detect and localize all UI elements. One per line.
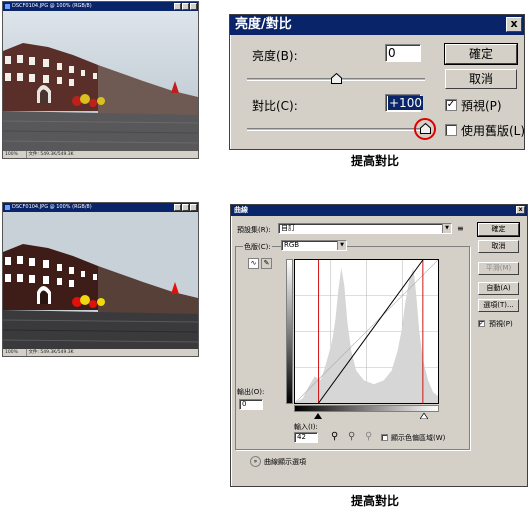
top-document-title: DSCF0104.JPG @ 100% (RGB/8)	[12, 3, 92, 9]
maximize-button[interactable]	[182, 3, 189, 10]
channel-value: RGB	[284, 241, 300, 249]
maximize-button[interactable]	[182, 204, 189, 211]
preview-checkbox[interactable]: ✓	[478, 320, 485, 327]
cancel-button[interactable]: 取消	[445, 69, 517, 89]
preset-menu-icon[interactable]: ≡	[457, 224, 464, 233]
caption-bottom: 提高對比	[350, 494, 399, 508]
auto-button[interactable]: 自動(A)	[478, 282, 519, 295]
channel-label: 色版(C):	[243, 242, 272, 252]
photoshop-doc-icon	[5, 205, 10, 210]
harbor-street-photo-adjusted	[3, 212, 198, 349]
bottom-document-window: DSCF0104.JPG @ 100% (RGB/8) 100% 文件: 549…	[2, 202, 199, 357]
chevron-down-icon[interactable]: ▼	[442, 224, 451, 233]
harbor-street-photo	[3, 11, 198, 151]
curve-graph[interactable]	[294, 259, 439, 404]
smooth-button[interactable]: 平滑(M)	[478, 262, 519, 275]
display-options-label[interactable]: 曲線顯示選項	[264, 457, 306, 467]
close-button[interactable]: x	[516, 206, 525, 214]
close-button[interactable]: x	[506, 17, 522, 32]
black-point-slider[interactable]	[313, 413, 322, 419]
ok-button[interactable]: 確定	[444, 43, 518, 65]
dialog-title: 曲線	[234, 206, 248, 214]
input-label: 輸入(I):	[294, 423, 318, 431]
brightness-contrast-dialog: 亮度/對比 x 亮度(B): 0 對比(C): +100 確定 取消 ✓ 預視(…	[229, 14, 525, 150]
brightness-slider-thumb[interactable]	[330, 73, 342, 84]
show-clipping-checkbox[interactable]	[381, 434, 388, 441]
minimize-button[interactable]	[174, 3, 181, 10]
document-size: 文件: 549.3K/549.3K	[28, 350, 74, 355]
options-button[interactable]: 選項(T)...	[478, 299, 519, 312]
dialog-titlebar[interactable]: 曲線 x	[231, 205, 527, 216]
cancel-button[interactable]: 取消	[478, 240, 519, 253]
bottom-document-statusbar: 100% 文件: 549.3K/549.3K	[3, 349, 198, 356]
preview-label: 預視(P)	[489, 320, 513, 328]
brightness-label: 亮度(B):	[252, 49, 298, 63]
show-clipping-label: 顯示色偏區域(W)	[391, 434, 446, 442]
brightness-input[interactable]: 0	[385, 44, 421, 62]
top-document-titlebar[interactable]: DSCF0104.JPG @ 100% (RGB/8)	[3, 2, 198, 11]
chevron-down-icon[interactable]: ▼	[337, 241, 346, 250]
input-gradient-bar	[294, 405, 439, 412]
pencil-tool-icon[interactable]: ✎	[261, 258, 272, 269]
output-label: 輸出(O):	[237, 388, 265, 396]
dialog-title: 亮度/對比	[235, 17, 292, 32]
curves-dialog: 曲線 x 預設集(R): 自訂 ▼ ≡ 色版(C): RGB ▼ ∿ ✎ 輸出(…	[230, 204, 528, 487]
white-point-slider[interactable]	[419, 413, 428, 419]
bottom-photo-canvas[interactable]	[3, 212, 198, 349]
bottom-document-titlebar[interactable]: DSCF0104.JPG @ 100% (RGB/8)	[3, 203, 198, 212]
gray-eyedropper-icon[interactable]: ⚲	[348, 431, 355, 442]
curve-plot[interactable]	[295, 260, 438, 403]
minimize-button[interactable]	[174, 204, 181, 211]
bottom-document-title: DSCF0104.JPG @ 100% (RGB/8)	[12, 204, 92, 210]
black-eyedropper-icon[interactable]: ⚲	[331, 431, 338, 442]
contrast-label: 對比(C):	[252, 99, 298, 113]
preview-checkbox[interactable]: ✓	[445, 99, 457, 111]
contrast-value: +100	[388, 96, 423, 110]
preview-label: 預視(P)	[461, 99, 502, 113]
zoom-level[interactable]: 100%	[5, 151, 27, 158]
contrast-slider-track[interactable]	[247, 128, 425, 131]
preset-value: 自訂	[281, 224, 295, 232]
top-document-statusbar: 100% 文件: 549.3K/549.3K	[3, 151, 198, 158]
expand-options-icon[interactable]: »	[250, 456, 261, 467]
highlight-circle	[414, 118, 436, 140]
top-photo-canvas[interactable]	[3, 11, 198, 151]
preset-label: 預設集(R):	[237, 226, 271, 234]
dialog-titlebar[interactable]: 亮度/對比 x	[230, 15, 524, 35]
output-gradient-bar	[286, 259, 293, 404]
curve-point-tool-icon[interactable]: ∿	[248, 258, 259, 269]
input-field[interactable]: 42	[294, 432, 318, 443]
channel-select[interactable]: RGB ▼	[281, 240, 347, 251]
white-eyedropper-icon[interactable]: ⚲	[365, 431, 372, 442]
legacy-checkbox[interactable]	[445, 124, 457, 136]
zoom-level[interactable]: 100%	[5, 349, 27, 356]
contrast-input[interactable]: +100	[385, 94, 423, 112]
document-size: 文件: 549.3K/549.3K	[28, 152, 74, 157]
output-input[interactable]: 0	[239, 399, 263, 410]
photoshop-doc-icon	[5, 4, 10, 9]
caption-top: 提高對比	[350, 154, 399, 168]
close-button[interactable]	[190, 3, 197, 10]
preset-select[interactable]: 自訂 ▼	[278, 223, 452, 234]
close-button[interactable]	[190, 204, 197, 211]
ok-button[interactable]: 確定	[477, 222, 520, 237]
top-document-window: DSCF0104.JPG @ 100% (RGB/8) 100% 文件: 549…	[2, 1, 199, 159]
legacy-label: 使用舊版(L)	[461, 124, 526, 138]
